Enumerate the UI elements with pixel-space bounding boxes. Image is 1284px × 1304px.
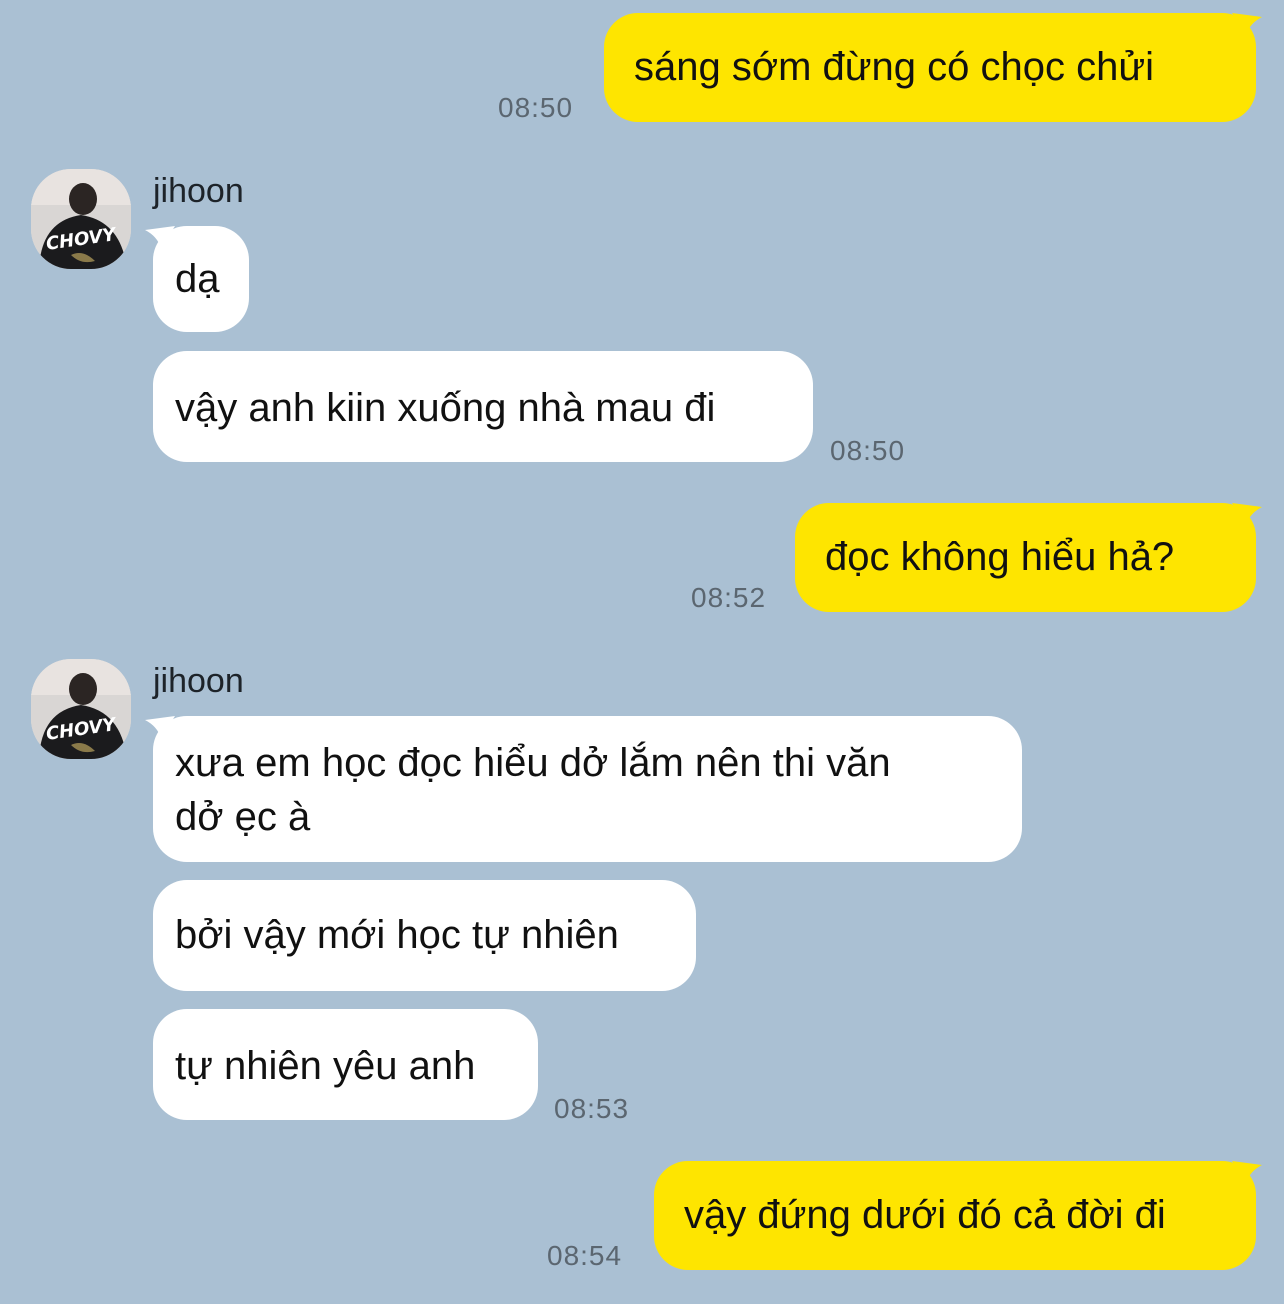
message-text: dạ <box>175 257 220 301</box>
message-text-line-2: dở ẹc à <box>175 795 311 839</box>
message-bubble-incoming[interactable]: xưa em học đọc hiểu dở lắm nên thi văn d… <box>153 716 1022 862</box>
sender-name: jihoon <box>153 172 244 210</box>
message-timestamp: 08:54 <box>547 1240 623 1271</box>
message-text: tự nhiên yêu anh <box>175 1044 476 1088</box>
message-bubble-incoming[interactable]: vậy anh kiin xuống nhà mau đi <box>153 351 813 462</box>
message-text-line-1: xưa em học đọc hiểu dở lắm nên thi văn <box>175 741 891 785</box>
message-text: sáng sớm đừng có chọc chửi <box>634 45 1155 89</box>
message-text: vậy anh kiin xuống nhà mau đi <box>175 386 716 430</box>
contact-avatar[interactable]: CHOVY <box>31 169 131 269</box>
message-text: bởi vậy mới học tự nhiên <box>175 913 619 957</box>
contact-avatar[interactable]: CHOVY <box>31 659 131 759</box>
message-text: vậy đứng dưới đó cả đời đi <box>684 1193 1166 1237</box>
message-bubble-incoming[interactable]: dạ <box>153 226 249 332</box>
bubble-tail-outgoing <box>1232 1161 1262 1183</box>
message-text: đọc không hiểu hả? <box>825 535 1175 579</box>
message-timestamp: 08:50 <box>498 92 574 123</box>
message-bubble-outgoing[interactable]: đọc không hiểu hả? <box>795 503 1256 612</box>
message-bubble-incoming[interactable]: bởi vậy mới học tự nhiên <box>153 880 696 991</box>
profile-photo-icon: CHOVY <box>31 659 131 759</box>
sender-name: jihoon <box>153 662 244 700</box>
message-bubble-incoming[interactable]: tự nhiên yêu anh <box>153 1009 538 1120</box>
message-timestamp: 08:52 <box>691 582 767 613</box>
message-bubble-outgoing[interactable]: vậy đứng dưới đó cả đời đi <box>654 1161 1256 1270</box>
profile-photo-icon: CHOVY <box>31 169 131 269</box>
bubble-tail-outgoing <box>1232 13 1262 35</box>
message-timestamp: 08:53 <box>554 1093 630 1124</box>
message-bubble-outgoing[interactable]: sáng sớm đừng có chọc chửi <box>604 13 1256 122</box>
bubble-tail-outgoing <box>1232 503 1262 525</box>
message-timestamp: 08:50 <box>830 435 906 466</box>
